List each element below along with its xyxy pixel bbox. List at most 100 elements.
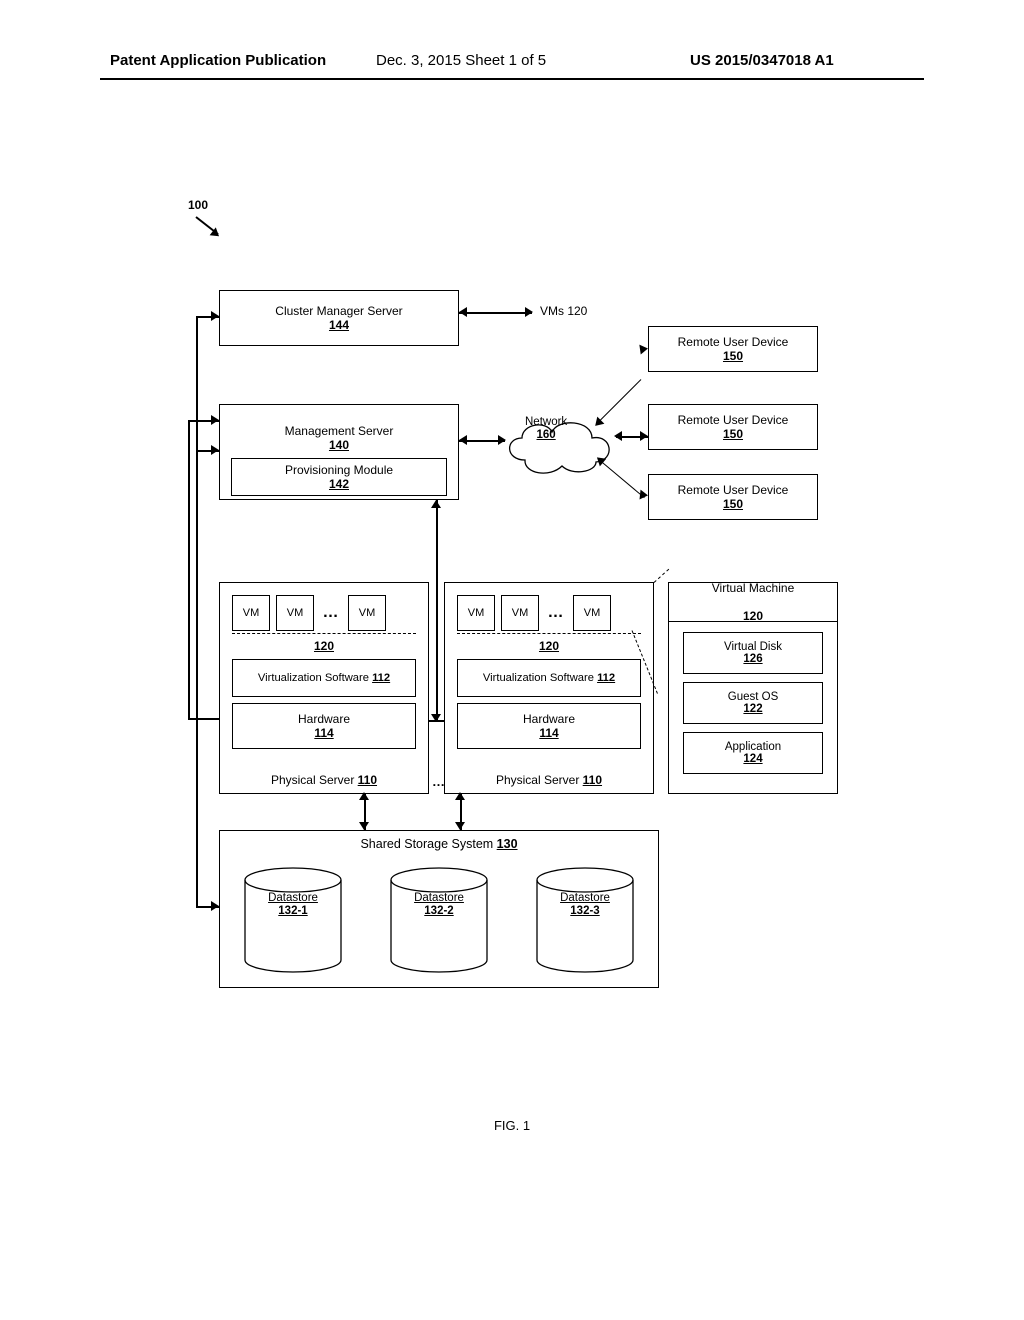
remote-user-device-2: Remote User Device 150 — [648, 404, 818, 450]
ds-text: Datastore — [560, 892, 610, 904]
cluster-manager-server-box: Cluster Manager Server 144 — [219, 290, 459, 346]
rud-label: Remote User Device — [678, 413, 789, 427]
remote-user-device-3: Remote User Device 150 — [648, 474, 818, 520]
arrowhead-icon — [640, 431, 648, 441]
virtual-machine-detail-body: Virtual Disk 126 Guest OS 122 Applicatio… — [668, 622, 838, 794]
cluster-manager-server-label: Cluster Manager Server — [275, 304, 402, 318]
ps-cap-num: 110 — [358, 773, 377, 787]
vms-120-label: VMs 120 — [540, 304, 587, 318]
hardware-box: Hardware 114 — [232, 703, 416, 749]
hw-num: 114 — [314, 726, 333, 740]
arrow-mgmt-down — [436, 500, 438, 722]
virtual-disk-box: Virtual Disk 126 — [683, 632, 823, 674]
ps-cap-num: 110 — [583, 773, 602, 787]
network-text: Network — [525, 416, 567, 428]
physical-server-b: VM VM … VM 120 Virtualization Software 1… — [444, 582, 654, 794]
datastore-2: Datastore 132-2 — [384, 866, 494, 976]
application-label: Application — [725, 741, 781, 753]
page-canvas: Patent Application Publication Dec. 3, 2… — [0, 0, 1024, 1320]
rud-num: 150 — [723, 427, 743, 441]
arrowhead-icon — [211, 445, 219, 455]
hw-label: Hardware — [298, 712, 350, 726]
vm-box: VM — [501, 595, 539, 631]
vm-row: VM VM … VM — [232, 595, 416, 631]
storage-title-label: Shared Storage System — [360, 837, 493, 851]
vm-row-num: 120 — [445, 639, 653, 653]
arrow-cluster-vms — [459, 312, 532, 314]
virt-label: Virtualization Software — [258, 672, 369, 684]
arrowhead-icon — [431, 500, 441, 508]
datastore-label: Datastore 132-3 — [530, 892, 640, 918]
application-num: 124 — [743, 753, 762, 765]
virt-num: 112 — [372, 672, 390, 684]
arrowhead-icon — [211, 311, 219, 321]
arrowhead-icon — [455, 792, 465, 800]
virtual-disk-num: 126 — [743, 653, 762, 665]
rud-num: 150 — [723, 497, 743, 511]
ps-cap-label: Physical Server — [271, 773, 354, 787]
arrowhead-icon — [614, 431, 622, 441]
virtual-disk-label: Virtual Disk — [724, 641, 782, 653]
virtual-machine-detail-title: Virtual Machine 120 — [668, 582, 838, 622]
network-num: 160 — [537, 429, 556, 441]
header-center: Dec. 3, 2015 Sheet 1 of 5 — [376, 52, 546, 69]
management-server-num: 140 — [329, 438, 349, 452]
ds-num: 132-3 — [570, 905, 599, 917]
vm-brace — [457, 633, 641, 634]
remote-user-device-1: Remote User Device 150 — [648, 326, 818, 372]
left-loop-vertical-2 — [188, 420, 190, 720]
vm-box: VM — [232, 595, 270, 631]
vm-row: VM VM … VM — [457, 595, 641, 631]
arrowhead-icon — [359, 822, 369, 830]
header-left: Patent Application Publication — [110, 52, 326, 69]
datastore-3: Datastore 132-3 — [530, 866, 640, 976]
vm-detail-top-label: Virtual Machine — [712, 581, 795, 595]
header-divider — [100, 78, 924, 80]
virtualization-software-box: Virtualization Software 112 — [457, 659, 641, 697]
ellipsis-label: … — [545, 604, 567, 622]
datastore-label: Datastore 132-2 — [384, 892, 494, 918]
arrowhead-icon — [359, 792, 369, 800]
virt-num: 112 — [597, 672, 615, 684]
vm-row-num: 120 — [220, 639, 428, 653]
vm-box: VM — [276, 595, 314, 631]
rud-num: 150 — [723, 349, 743, 363]
vm-detail-top-num: 120 — [743, 609, 763, 623]
physical-server-a: VM VM … VM 120 Virtualization Software 1… — [219, 582, 429, 794]
virtualization-software-box: Virtualization Software 112 — [232, 659, 416, 697]
application-box: Application 124 — [683, 732, 823, 774]
arrowhead-icon — [455, 822, 465, 830]
vm-detail-dash-top — [654, 569, 670, 583]
guest-os-label: Guest OS — [728, 691, 779, 703]
storage-title-num: 130 — [497, 837, 518, 851]
physical-server-caption: Physical Server 110 — [220, 773, 428, 787]
header-right: US 2015/0347018 A1 — [690, 52, 834, 69]
ds-num: 132-2 — [424, 905, 453, 917]
cluster-manager-server-num: 144 — [329, 318, 349, 332]
hardware-box: Hardware 114 — [457, 703, 641, 749]
arrowhead-icon — [459, 307, 467, 317]
rud-label: Remote User Device — [678, 483, 789, 497]
rud-label: Remote User Device — [678, 335, 789, 349]
vm-brace — [232, 633, 416, 634]
ref-100-label: 100 — [188, 198, 208, 212]
arrowhead-icon — [459, 435, 467, 445]
figure-caption: FIG. 1 — [0, 1118, 1024, 1133]
datastore-label: Datastore 132-1 — [238, 892, 348, 918]
ref-100-arrow — [195, 216, 218, 235]
ps-cap-label: Physical Server — [496, 773, 579, 787]
hw-num: 114 — [539, 726, 558, 740]
arrow-net-rud1 — [600, 379, 642, 421]
shared-storage-title: Shared Storage System 130 — [220, 837, 658, 851]
network-label: Network 160 — [525, 416, 567, 442]
guest-os-num: 122 — [743, 703, 762, 715]
ellipsis-label: … — [320, 604, 342, 622]
ds-num: 132-1 — [278, 905, 307, 917]
ds-text: Datastore — [414, 892, 464, 904]
ds-text: Datastore — [268, 892, 318, 904]
arrowhead-icon — [211, 415, 219, 425]
physical-server-caption: Physical Server 110 — [445, 773, 653, 787]
vm-box: VM — [457, 595, 495, 631]
vm-box: VM — [573, 595, 611, 631]
virt-label: Virtualization Software — [483, 672, 594, 684]
